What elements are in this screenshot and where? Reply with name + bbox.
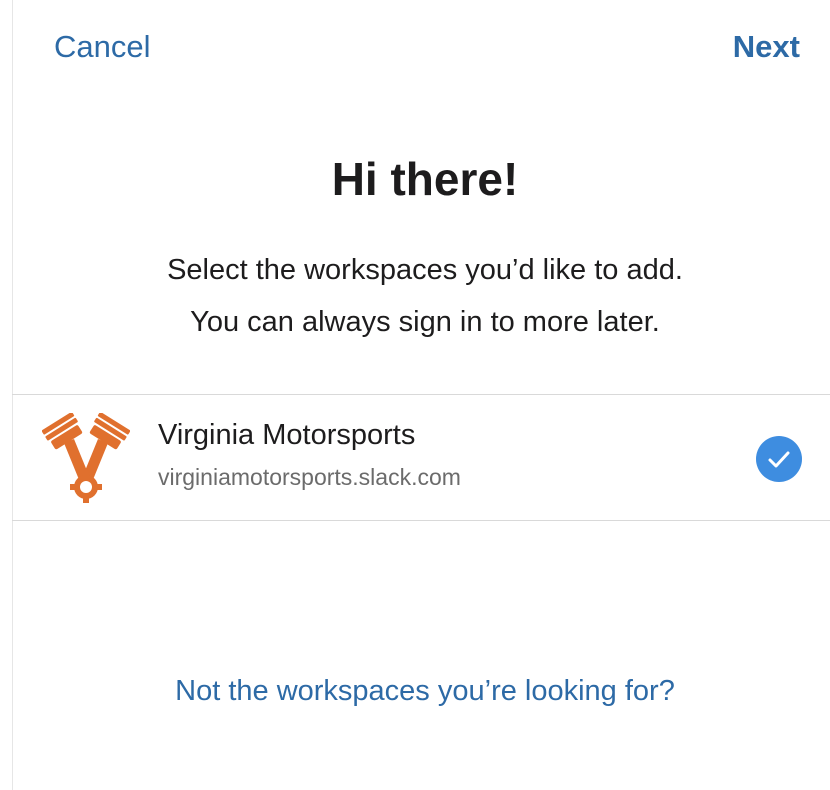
next-button[interactable]: Next bbox=[733, 29, 800, 65]
page-title: Hi there! bbox=[331, 153, 519, 205]
instruction-text-line-1: Select the workspaces you’d like to add. bbox=[167, 254, 683, 286]
workspace-url: virginiamotorsports.slack.com bbox=[158, 464, 461, 490]
instruction-text-line-2: You can always sign in to more later. bbox=[190, 306, 660, 338]
cancel-button[interactable]: Cancel bbox=[54, 29, 151, 65]
top-navigation-bar: Cancel Next bbox=[0, 0, 830, 100]
checkmark-circle-icon[interactable] bbox=[756, 436, 802, 482]
list-divider-bottom bbox=[12, 520, 830, 521]
workspace-list-item[interactable]: Virginia Motorsports virginiamotorsports… bbox=[12, 395, 830, 520]
workspace-name: Virginia Motorsports bbox=[158, 419, 416, 451]
crossed-pistons-icon bbox=[41, 411, 131, 503]
not-your-workspaces-link[interactable]: Not the workspaces you’re looking for? bbox=[0, 675, 830, 708]
workspace-selection-screen: Cancel Next Hi there! Select the workspa… bbox=[0, 0, 830, 790]
